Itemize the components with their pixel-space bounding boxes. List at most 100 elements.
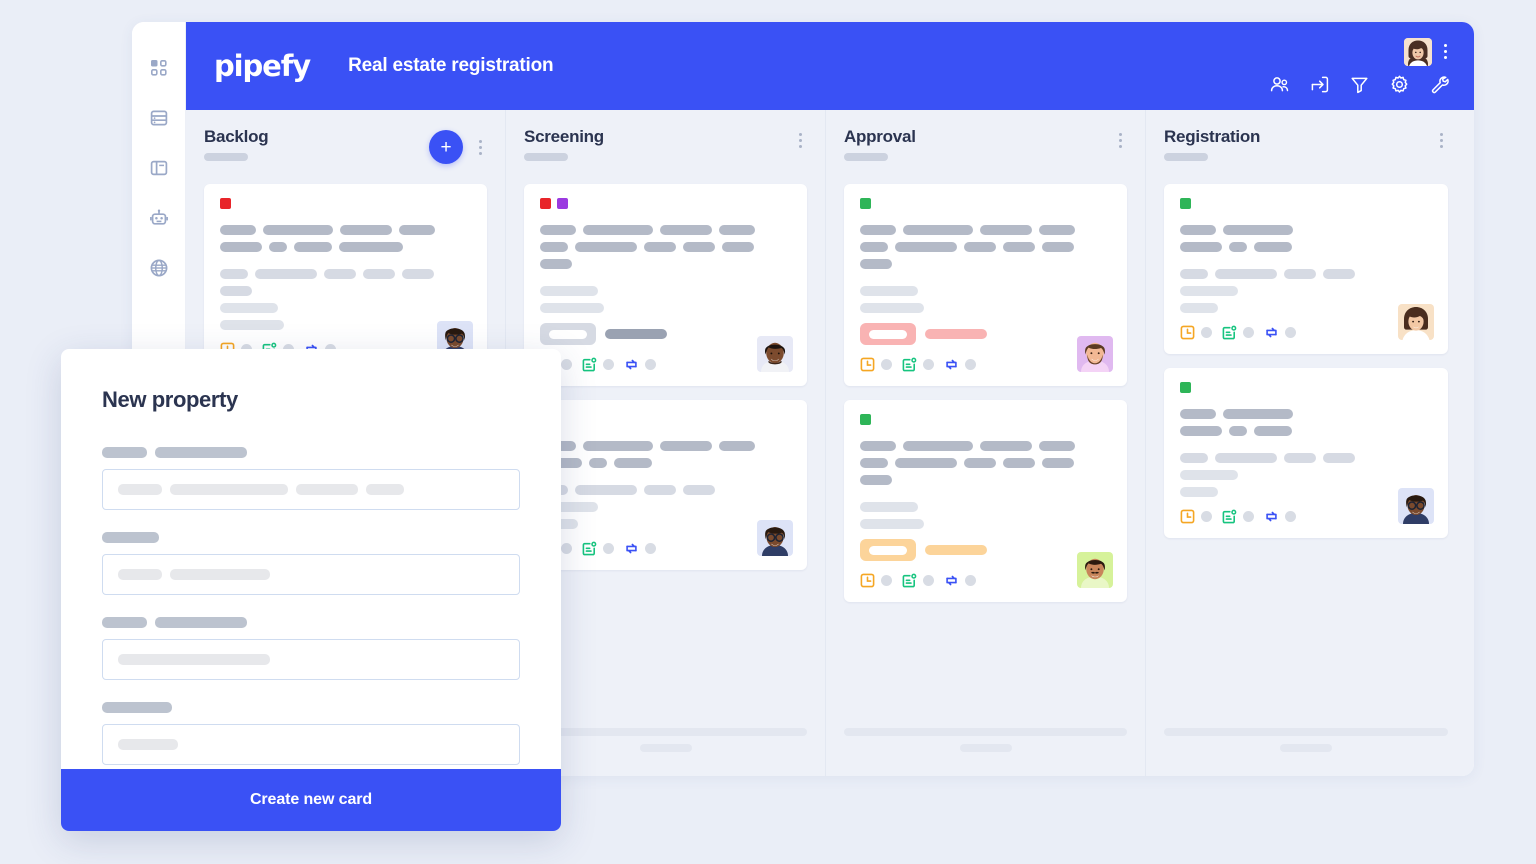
form-field — [102, 617, 520, 680]
due-date-clock-icon[interactable] — [1180, 325, 1195, 340]
skeleton-row — [1180, 453, 1432, 463]
skeleton-bar — [589, 458, 607, 468]
avatar[interactable] — [1398, 488, 1434, 524]
placeholder-dot — [1201, 511, 1212, 522]
text-input[interactable] — [102, 639, 520, 680]
skeleton-bar — [1180, 487, 1218, 497]
tag-chip[interactable] — [557, 198, 568, 209]
calendar-check-icon[interactable] — [902, 357, 917, 372]
calendar-check-icon[interactable] — [902, 573, 917, 588]
skeleton-row — [860, 458, 1111, 485]
sidebar-item-templates[interactable] — [147, 156, 171, 180]
skeleton-row — [860, 441, 1111, 451]
tag-chip[interactable] — [860, 414, 871, 425]
status-bar — [605, 329, 667, 339]
kanban-card[interactable] — [1164, 184, 1448, 354]
status-bar — [925, 545, 987, 555]
tag-chip[interactable] — [1180, 382, 1191, 393]
skeleton-bar — [102, 617, 147, 628]
sidebar-item-database[interactable] — [147, 106, 171, 130]
create-new-card-button[interactable]: Create new card — [61, 769, 561, 831]
column-header: Registration — [1164, 110, 1448, 184]
skeleton-bar — [294, 242, 332, 252]
skeleton-bar — [719, 441, 755, 451]
avatar[interactable] — [1404, 37, 1432, 66]
kanban-card[interactable] — [524, 184, 807, 386]
kanban-card[interactable] — [844, 400, 1127, 602]
due-date-clock-icon[interactable] — [1180, 509, 1195, 524]
dot — [1443, 50, 1447, 53]
skeleton-bar — [1254, 242, 1292, 252]
calendar-check-icon[interactable] — [1222, 325, 1237, 340]
gear-icon[interactable] — [1389, 74, 1410, 95]
skeleton-bar — [220, 286, 252, 296]
text-input[interactable] — [102, 469, 520, 510]
field-label — [102, 702, 520, 713]
calendar-check-icon[interactable] — [582, 541, 597, 556]
add-card-button[interactable]: + — [429, 130, 463, 164]
sidebar-item-portals[interactable] — [147, 256, 171, 280]
card-footer — [1180, 325, 1432, 340]
avatar[interactable] — [1077, 552, 1113, 588]
avatar[interactable] — [757, 336, 793, 372]
tag-chip[interactable] — [220, 198, 231, 209]
modal-title: New property — [102, 387, 238, 412]
tag-chip[interactable] — [1180, 198, 1191, 209]
sidebar-item-automations[interactable] — [147, 206, 171, 230]
column-menu-button[interactable] — [473, 137, 487, 157]
connected-cards-icon[interactable] — [624, 357, 639, 372]
column-menu-button[interactable] — [1113, 130, 1127, 150]
kanban-card[interactable] — [524, 400, 807, 570]
kanban-card[interactable] — [844, 184, 1127, 386]
column-menu-button[interactable] — [793, 130, 807, 150]
skeleton-bar — [255, 269, 317, 279]
connected-cards-icon[interactable] — [944, 573, 959, 588]
filter-icon[interactable] — [1349, 74, 1370, 95]
due-date-clock-icon[interactable] — [860, 573, 875, 588]
skeleton-row — [540, 458, 791, 468]
connected-cards-icon[interactable] — [624, 541, 639, 556]
skeleton-bar — [1180, 426, 1222, 436]
sidebar-item-dashboard[interactable] — [147, 56, 171, 80]
text-input[interactable] — [102, 554, 520, 595]
connected-cards-icon[interactable] — [1264, 325, 1279, 340]
tag-chip[interactable] — [540, 198, 551, 209]
members-icon[interactable] — [1269, 74, 1290, 95]
kanban-card[interactable] — [1164, 368, 1448, 538]
calendar-check-icon[interactable] — [1222, 509, 1237, 524]
kanban-card[interactable] — [204, 184, 487, 371]
text-input[interactable] — [102, 724, 520, 765]
placeholder-dot — [645, 543, 656, 554]
avatar[interactable] — [757, 520, 793, 556]
placeholder-dot — [561, 543, 572, 554]
skeleton-bar — [324, 269, 356, 279]
avatar[interactable] — [1398, 304, 1434, 340]
placeholder-bar — [118, 569, 162, 580]
wrench-icon[interactable] — [1429, 74, 1450, 95]
calendar-check-icon[interactable] — [582, 357, 597, 372]
skeleton-row — [1180, 269, 1432, 279]
field-label — [102, 447, 520, 458]
skeleton-bar — [860, 225, 896, 235]
column-menu-button[interactable] — [1434, 130, 1448, 150]
skeleton-row — [860, 242, 1111, 269]
skeleton-row — [540, 519, 791, 529]
tag-chip[interactable] — [860, 198, 871, 209]
skeleton-bar — [1180, 453, 1208, 463]
skeleton-row — [220, 320, 471, 330]
pipefy-logo[interactable]: pipefy — [214, 51, 311, 81]
page-title: Real estate registration — [348, 55, 554, 76]
skeleton-bar — [895, 242, 957, 252]
import-archive-icon[interactable] — [1309, 74, 1330, 95]
more-options-button[interactable] — [1438, 43, 1452, 61]
card-footer — [860, 357, 1111, 372]
column-count-placeholder — [524, 152, 568, 161]
due-date-clock-icon[interactable] — [860, 357, 875, 372]
skeleton-bar — [220, 269, 248, 279]
connected-cards-icon[interactable] — [944, 357, 959, 372]
skeleton-bar — [614, 458, 652, 468]
placeholder-bar — [118, 739, 178, 750]
avatar[interactable] — [1077, 336, 1113, 372]
placeholder-dot — [923, 359, 934, 370]
connected-cards-icon[interactable] — [1264, 509, 1279, 524]
